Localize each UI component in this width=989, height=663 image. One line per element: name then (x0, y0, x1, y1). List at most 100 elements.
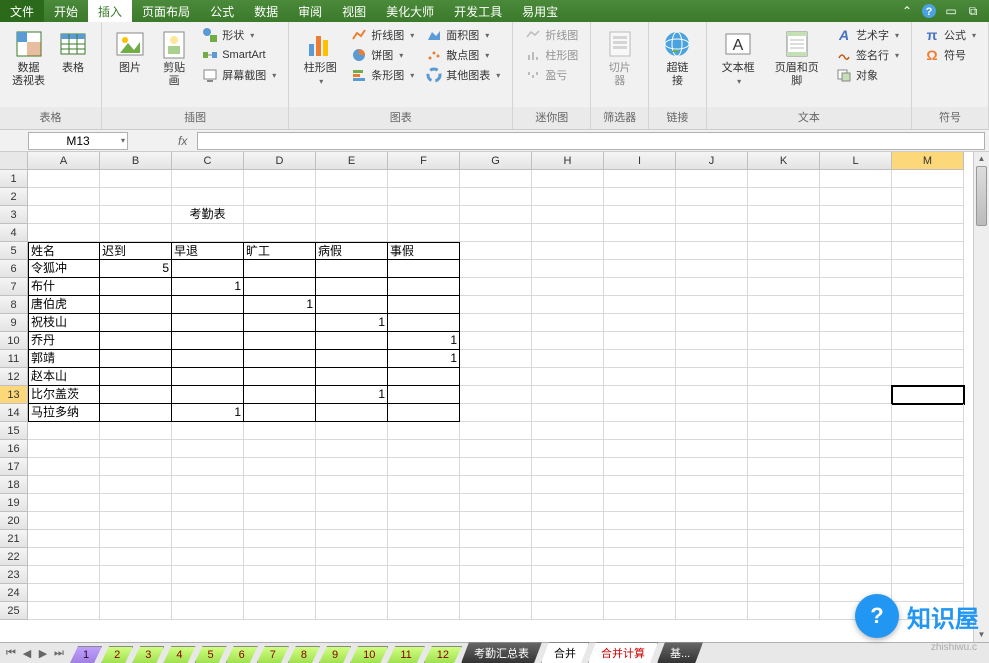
cell-C3[interactable]: 考勤表 (172, 206, 244, 224)
cell-F24[interactable] (388, 584, 460, 602)
row-header-8[interactable]: 8 (0, 296, 28, 314)
cell-D19[interactable] (244, 494, 316, 512)
cell-J16[interactable] (676, 440, 748, 458)
cell-E9[interactable]: 1 (316, 314, 388, 332)
cell-I19[interactable] (604, 494, 676, 512)
cell-E20[interactable] (316, 512, 388, 530)
cell-L18[interactable] (820, 476, 892, 494)
cell-A25[interactable] (28, 602, 100, 620)
scroll-up-icon[interactable]: ▲ (974, 152, 989, 166)
cell-A3[interactable] (28, 206, 100, 224)
pie-chart-button[interactable]: 饼图▾ (349, 46, 416, 64)
cell-J17[interactable] (676, 458, 748, 476)
cell-B3[interactable] (100, 206, 172, 224)
scatter-chart-button[interactable]: 散点图▾ (424, 46, 502, 64)
cell-D21[interactable] (244, 530, 316, 548)
cell-E12[interactable] (316, 368, 388, 386)
cell-C11[interactable] (172, 350, 244, 368)
row-header-15[interactable]: 15 (0, 422, 28, 440)
cell-G16[interactable] (460, 440, 532, 458)
cell-L19[interactable] (820, 494, 892, 512)
cell-L6[interactable] (820, 260, 892, 278)
cell-H25[interactable] (532, 602, 604, 620)
cell-C8[interactable] (172, 296, 244, 314)
cell-D6[interactable] (244, 260, 316, 278)
cell-C19[interactable] (172, 494, 244, 512)
cell-M16[interactable] (892, 440, 964, 458)
cell-G23[interactable] (460, 566, 532, 584)
cell-L2[interactable] (820, 188, 892, 206)
cell-A10[interactable]: 乔丹 (28, 332, 100, 350)
cell-A22[interactable] (28, 548, 100, 566)
cell-H16[interactable] (532, 440, 604, 458)
cell-J13[interactable] (676, 386, 748, 404)
cell-H24[interactable] (532, 584, 604, 602)
cell-G19[interactable] (460, 494, 532, 512)
cell-G2[interactable] (460, 188, 532, 206)
row-header-5[interactable]: 5 (0, 242, 28, 260)
cell-J22[interactable] (676, 548, 748, 566)
cell-E2[interactable] (316, 188, 388, 206)
cell-D16[interactable] (244, 440, 316, 458)
cell-M9[interactable] (892, 314, 964, 332)
cell-E13[interactable]: 1 (316, 386, 388, 404)
cell-I3[interactable] (604, 206, 676, 224)
cell-B9[interactable] (100, 314, 172, 332)
cell-H18[interactable] (532, 476, 604, 494)
cell-B8[interactable] (100, 296, 172, 314)
cell-I7[interactable] (604, 278, 676, 296)
cell-I5[interactable] (604, 242, 676, 260)
menu-pagelayout[interactable]: 页面布局 (132, 0, 200, 22)
cell-F13[interactable] (388, 386, 460, 404)
cell-F5[interactable]: 事假 (388, 242, 460, 260)
cell-D14[interactable] (244, 404, 316, 422)
col-header-H[interactable]: H (532, 152, 604, 170)
cell-L14[interactable] (820, 404, 892, 422)
cell-J12[interactable] (676, 368, 748, 386)
cell-A2[interactable] (28, 188, 100, 206)
cell-F19[interactable] (388, 494, 460, 512)
cell-E24[interactable] (316, 584, 388, 602)
cell-E7[interactable] (316, 278, 388, 296)
cell-H23[interactable] (532, 566, 604, 584)
cell-K23[interactable] (748, 566, 820, 584)
cell-L4[interactable] (820, 224, 892, 242)
cell-C15[interactable] (172, 422, 244, 440)
cell-K17[interactable] (748, 458, 820, 476)
cell-L3[interactable] (820, 206, 892, 224)
cell-G25[interactable] (460, 602, 532, 620)
cell-D9[interactable] (244, 314, 316, 332)
cell-K13[interactable] (748, 386, 820, 404)
cell-A9[interactable]: 祝枝山 (28, 314, 100, 332)
cell-H15[interactable] (532, 422, 604, 440)
cell-B4[interactable] (100, 224, 172, 242)
menu-eyb[interactable]: 易用宝 (512, 0, 568, 22)
cell-K22[interactable] (748, 548, 820, 566)
cell-H1[interactable] (532, 170, 604, 188)
row-header-17[interactable]: 17 (0, 458, 28, 476)
chevron-icon[interactable]: ⌃ (899, 3, 915, 19)
name-box[interactable]: M13▾ (28, 132, 128, 150)
cell-B25[interactable] (100, 602, 172, 620)
cell-I24[interactable] (604, 584, 676, 602)
cell-G1[interactable] (460, 170, 532, 188)
cell-A7[interactable]: 布什 (28, 278, 100, 296)
sheet-tab-1[interactable]: 1 (70, 646, 102, 663)
cell-B15[interactable] (100, 422, 172, 440)
col-header-A[interactable]: A (28, 152, 100, 170)
cell-G4[interactable] (460, 224, 532, 242)
col-header-E[interactable]: E (316, 152, 388, 170)
cell-F17[interactable] (388, 458, 460, 476)
sheet-tab-2[interactable]: 2 (101, 646, 133, 663)
cell-L7[interactable] (820, 278, 892, 296)
cell-E8[interactable] (316, 296, 388, 314)
cell-G8[interactable] (460, 296, 532, 314)
cell-H8[interactable] (532, 296, 604, 314)
cell-M14[interactable] (892, 404, 964, 422)
cell-E10[interactable] (316, 332, 388, 350)
sheet-nav-last-icon[interactable]: ⏭ (52, 647, 66, 660)
cell-H6[interactable] (532, 260, 604, 278)
cell-B11[interactable] (100, 350, 172, 368)
cell-B5[interactable]: 迟到 (100, 242, 172, 260)
cell-A14[interactable]: 马拉多纳 (28, 404, 100, 422)
